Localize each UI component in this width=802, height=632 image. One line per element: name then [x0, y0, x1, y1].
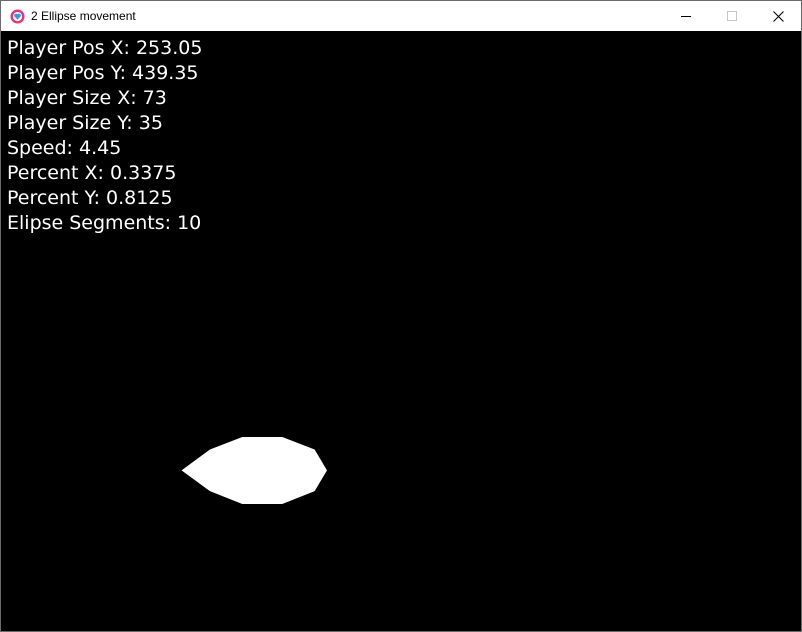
maximize-icon [727, 11, 737, 21]
app-icon [10, 9, 25, 24]
player-layer [181, 437, 327, 504]
minimize-button[interactable] [663, 1, 709, 31]
maximize-button[interactable] [709, 1, 755, 31]
close-icon [773, 11, 784, 22]
close-button[interactable] [755, 1, 801, 31]
title-bar[interactable]: 2 Ellipse movement [1, 1, 801, 31]
game-canvas[interactable]: Player Pos X: 253.05 Player Pos Y: 439.3… [1, 31, 801, 631]
minimize-icon [681, 16, 691, 17]
player-ellipse [181, 437, 327, 504]
app-window: 2 Ellipse movement Player Pos X: 253.05 … [0, 0, 802, 632]
window-title: 2 Ellipse movement [31, 9, 136, 23]
